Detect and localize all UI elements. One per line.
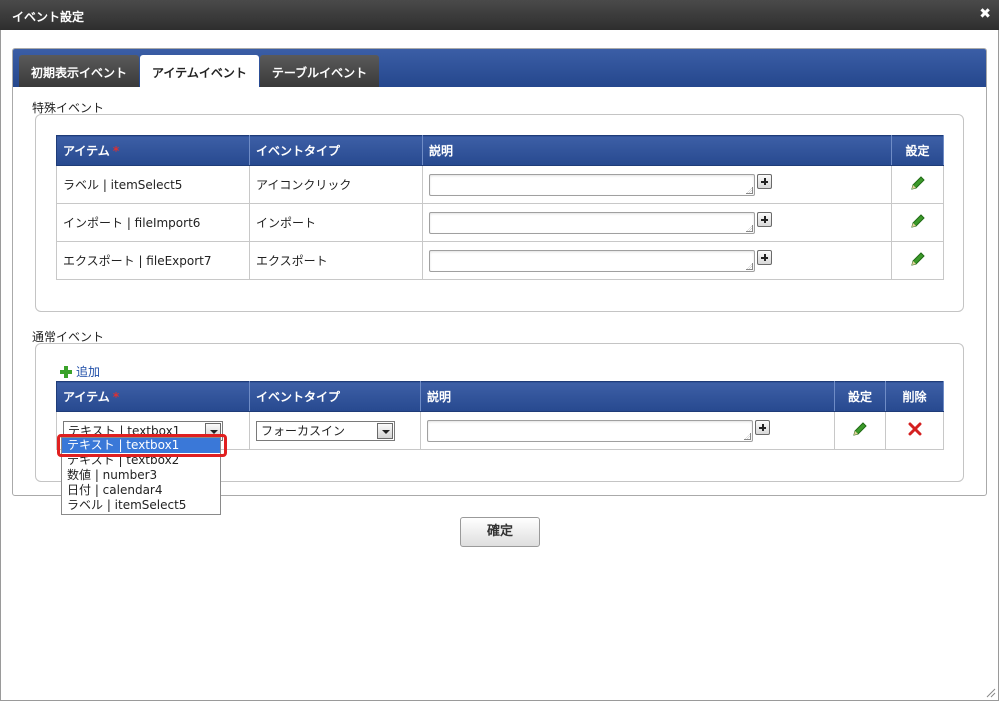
- description-input[interactable]: [429, 173, 755, 196]
- description-cell: [422, 203, 892, 242]
- col-header-delete: 削除: [885, 381, 944, 412]
- delete-icon[interactable]: [908, 422, 922, 436]
- add-description-button[interactable]: [757, 174, 772, 189]
- col-header-settings: 設定: [891, 135, 944, 166]
- add-description-button[interactable]: [755, 420, 770, 435]
- pencil-icon[interactable]: [909, 250, 927, 268]
- add-event-link[interactable]: 追加: [59, 363, 100, 380]
- add-description-button[interactable]: [757, 250, 772, 265]
- add-description-button[interactable]: [757, 212, 772, 227]
- col-header-description: 説明: [422, 135, 892, 166]
- settings-cell: [891, 241, 944, 280]
- table-row: エクスポート | fileExport7 エクスポート: [56, 241, 944, 280]
- settings-cell: [891, 165, 944, 204]
- col-header-event-type: イベントタイプ: [249, 381, 421, 412]
- event-type-select[interactable]: フォーカスイン: [256, 420, 395, 441]
- col-header-event-type: イベントタイプ: [249, 135, 423, 166]
- dialog-title: イベント設定: [12, 10, 85, 24]
- event-type-cell: アイコンクリック: [249, 165, 423, 204]
- chevron-down-icon[interactable]: [377, 422, 393, 439]
- delete-cell: [885, 411, 944, 450]
- table-row: ラベル | itemSelect5 アイコンクリック: [56, 165, 944, 204]
- special-event-table: アイテム * イベントタイプ 説明 設定 ラベル | itemSelect5 アイ…: [56, 135, 944, 280]
- description-input[interactable]: [429, 211, 755, 234]
- resize-grip-icon[interactable]: [984, 686, 996, 698]
- pencil-icon[interactable]: [851, 420, 869, 438]
- description-input[interactable]: [427, 419, 753, 442]
- dialog-titlebar: イベント設定 ✖: [0, 0, 999, 30]
- item-dropdown-list: テキスト | textbox1 テキスト | textbox2 数値 | num…: [61, 437, 221, 515]
- tab-item-event[interactable]: アイテムイベント: [140, 55, 259, 87]
- dropdown-option[interactable]: テキスト | textbox2: [62, 453, 220, 468]
- event-type-cell: エクスポート: [249, 241, 423, 280]
- description-cell: [420, 411, 835, 450]
- add-event-label: 追加: [76, 365, 101, 379]
- event-type-cell: フォーカスイン: [249, 411, 421, 450]
- col-header-item: アイテム *: [56, 135, 250, 166]
- close-icon[interactable]: ✖: [979, 6, 991, 22]
- pencil-icon[interactable]: [909, 174, 927, 192]
- tab-strip: 初期表示イベント アイテムイベント テーブルイベント: [13, 49, 986, 87]
- col-header-item: アイテム *: [56, 381, 250, 412]
- description-cell: [422, 241, 892, 280]
- settings-cell: [891, 203, 944, 242]
- tab-table-event[interactable]: テーブルイベント: [259, 55, 380, 87]
- event-type-cell: インポート: [249, 203, 423, 242]
- description-input[interactable]: [429, 249, 755, 272]
- dropdown-option[interactable]: ラベル | itemSelect5: [62, 498, 220, 513]
- add-icon: [60, 365, 72, 378]
- table-row: インポート | fileImport6 インポート: [56, 203, 944, 242]
- description-cell: [422, 165, 892, 204]
- tab-initial-display-event[interactable]: 初期表示イベント: [19, 55, 140, 87]
- confirm-button[interactable]: 確定: [460, 517, 540, 547]
- col-header-description: 説明: [420, 381, 835, 412]
- item-cell: インポート | fileImport6: [56, 203, 250, 242]
- item-cell: ラベル | itemSelect5: [56, 165, 250, 204]
- col-header-settings: 設定: [834, 381, 886, 412]
- dropdown-option[interactable]: テキスト | textbox1: [62, 438, 220, 453]
- settings-cell: [834, 411, 886, 450]
- item-cell: エクスポート | fileExport7: [56, 241, 250, 280]
- pencil-icon[interactable]: [909, 212, 927, 230]
- dropdown-option[interactable]: 日付 | calendar4: [62, 483, 220, 498]
- dropdown-option[interactable]: 数値 | number3: [62, 468, 220, 483]
